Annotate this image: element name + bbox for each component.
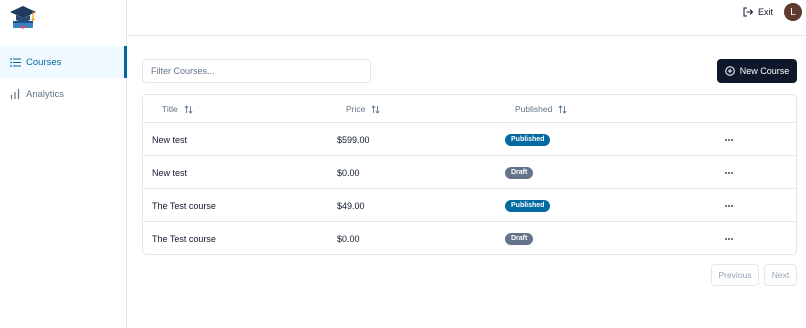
cell-status: Published bbox=[505, 189, 551, 222]
table-row[interactable]: The Test course $49.00 Published bbox=[143, 189, 796, 222]
list-icon bbox=[9, 56, 21, 68]
cell-title: New test bbox=[152, 167, 188, 178]
bar-chart-icon bbox=[9, 88, 21, 100]
more-actions-icon[interactable] bbox=[722, 222, 736, 254]
table-row[interactable]: The Test course $0.00 Draft bbox=[143, 222, 796, 254]
top-bar: Exit L bbox=[128, 0, 806, 36]
new-course-button[interactable]: New Course bbox=[717, 59, 797, 83]
table-row[interactable]: New test $599.00 Published bbox=[143, 123, 796, 156]
cell-price: $0.00 bbox=[337, 167, 360, 178]
table-header: Title Price Published bbox=[143, 95, 796, 123]
previous-page-button[interactable]: Previous bbox=[711, 264, 759, 286]
cell-title: New test bbox=[152, 134, 188, 145]
cell-title: The Test course bbox=[152, 200, 216, 211]
graduation-cap-icon[interactable] bbox=[9, 4, 37, 30]
sort-icon bbox=[558, 104, 567, 114]
cell-status: Draft bbox=[505, 222, 534, 254]
exit-button[interactable]: Exit bbox=[743, 5, 773, 19]
more-actions-icon[interactable] bbox=[722, 156, 736, 189]
exit-label: Exit bbox=[757, 7, 773, 17]
more-actions-icon[interactable] bbox=[722, 123, 736, 156]
status-badge: Published bbox=[505, 199, 551, 212]
status-badge: Published bbox=[505, 133, 551, 146]
log-out-icon bbox=[743, 7, 753, 17]
sidebar-item-courses[interactable]: Courses bbox=[0, 46, 127, 78]
cell-price: $599.00 bbox=[337, 134, 370, 145]
sort-icon bbox=[371, 104, 380, 114]
plus-circle-icon bbox=[724, 66, 735, 76]
sidebar-item-label: Analytics bbox=[26, 88, 65, 100]
cell-title: The Test course bbox=[152, 233, 216, 244]
table-row[interactable]: New test $0.00 Draft bbox=[143, 156, 796, 189]
cell-price: $49.00 bbox=[337, 200, 365, 211]
sidebar: Courses Analytics bbox=[0, 0, 127, 328]
cell-status: Published bbox=[505, 123, 551, 156]
sidebar-item-label: Courses bbox=[26, 56, 62, 68]
cell-price: $0.00 bbox=[337, 233, 360, 244]
sort-icon bbox=[184, 104, 193, 114]
column-header-price[interactable]: Price bbox=[346, 95, 380, 123]
courses-table: Title Price Published New test $599.00 P… bbox=[142, 94, 797, 255]
sidebar-item-analytics[interactable]: Analytics bbox=[0, 78, 127, 110]
sidebar-nav: Courses Analytics bbox=[0, 46, 127, 110]
avatar[interactable]: L bbox=[784, 3, 802, 21]
status-badge: Draft bbox=[505, 232, 534, 245]
filter-courses-input[interactable] bbox=[142, 59, 371, 83]
new-course-label: New Course bbox=[739, 66, 790, 76]
next-page-button[interactable]: Next bbox=[764, 264, 797, 286]
column-header-title[interactable]: Title bbox=[162, 95, 193, 123]
more-actions-icon[interactable] bbox=[722, 189, 736, 222]
cell-status: Draft bbox=[505, 156, 534, 189]
column-header-published[interactable]: Published bbox=[515, 95, 567, 123]
status-badge: Draft bbox=[505, 166, 534, 179]
